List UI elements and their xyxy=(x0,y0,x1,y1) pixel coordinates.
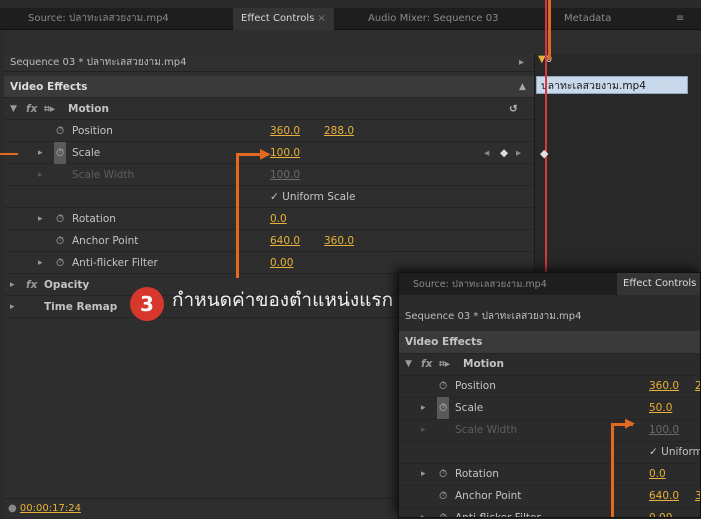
expand-triangle-icon[interactable]: ▸ xyxy=(38,142,43,164)
expand-triangle-icon[interactable]: ▸ xyxy=(421,507,426,517)
step-badge: 3 xyxy=(130,287,164,321)
annotation-arrow xyxy=(236,153,239,278)
inset-rotation-value[interactable]: 0.0 xyxy=(649,463,666,485)
stopwatch-active-icon[interactable]: ⏱ xyxy=(54,142,67,164)
expand-triangle-icon[interactable]: ▸ xyxy=(38,252,43,274)
keyframe-marker[interactable]: ◆ xyxy=(540,147,548,160)
motion-transform-icon[interactable]: ⌗▸ xyxy=(44,98,55,120)
stopwatch-icon[interactable]: ⏱ xyxy=(439,507,447,517)
inset-position-x-value[interactable]: 360.0 xyxy=(649,375,679,397)
expand-triangle-icon: ▸ xyxy=(421,425,426,435)
fx-icon: fx xyxy=(421,358,433,370)
inset-uniform-checkbox[interactable]: ✓ Uniform xyxy=(649,441,700,463)
next-keyframe-icon[interactable]: ▸ xyxy=(516,142,521,164)
add-keyframe-icon[interactable]: ◆ xyxy=(500,142,508,164)
position-y-value[interactable]: 288.0 xyxy=(324,120,354,142)
inset-anchor-row: ⏱ Anchor Point 640.0 3 xyxy=(399,485,700,508)
arrow-head-icon: ▶ xyxy=(260,146,271,162)
expand-triangle-icon[interactable]: ▸ xyxy=(421,397,426,419)
inset-anchor-y-value[interactable]: 3 xyxy=(695,485,700,507)
inset-position-y-value[interactable]: 2 xyxy=(695,375,700,397)
position-x-value[interactable]: 360.0 xyxy=(270,120,300,142)
stopwatch-icon[interactable]: ⏱ xyxy=(56,252,64,274)
stopwatch-icon[interactable]: ⏱ xyxy=(56,208,64,230)
stopwatch-icon[interactable]: ⏱ xyxy=(439,485,447,507)
inset-tab-effect-controls[interactable]: Effect Controls xyxy=(617,273,700,295)
inset-scale-width-value: 100.0 xyxy=(649,424,680,436)
panel-tab-bar: Source: ปลาทะเลสวยงาม.mp4 Effect Control… xyxy=(0,8,701,30)
scale-width-row: ▸ Scale Width 100.0 xyxy=(4,164,534,186)
tab-effect-controls[interactable]: Effect Controls × xyxy=(233,8,334,30)
stopwatch-icon[interactable]: ⏱ xyxy=(56,120,64,142)
motion-effect-row[interactable]: ▼ fx ⌗▸ Motion ↺ xyxy=(4,98,534,120)
sequence-breadcrumb: Sequence 03 * ปลาทะเลสวยงาม.mp4 ▸ xyxy=(4,54,534,72)
expand-triangle-icon: ▸ xyxy=(38,170,43,180)
stopwatch-icon[interactable]: ⏱ xyxy=(439,463,447,485)
checkmark-icon: ✓ xyxy=(270,191,279,203)
scale-width-value: 100.0 xyxy=(270,169,301,181)
uniform-scale-checkbox[interactable]: ✓ Uniform Scale xyxy=(270,186,355,208)
close-icon[interactable]: × xyxy=(317,13,325,24)
inset-antiflicker-value[interactable]: 0.00 xyxy=(649,507,672,517)
annotation-arrow xyxy=(611,425,614,517)
inset-uniform-row: ✓ Uniform xyxy=(399,441,700,464)
inset-rotation-row: ▸ ⏱ Rotation 0.0 xyxy=(399,463,700,486)
timeline-ruler-label: ▼0 xyxy=(538,54,568,70)
fx-icon[interactable]: fx xyxy=(26,98,37,120)
inset-video-effects-header: Video Effects xyxy=(399,331,700,354)
expand-triangle-icon[interactable]: ▸ xyxy=(38,208,43,230)
expand-triangle-icon[interactable]: ▸ xyxy=(10,274,15,296)
scale-value[interactable]: 100.0 xyxy=(270,142,300,164)
callout-text: กำหนดค่าของตำแหน่งแรก xyxy=(172,289,394,311)
annotation-arrow xyxy=(0,153,18,155)
timecode-bar: ● 00:00:17:24 xyxy=(4,498,394,518)
rotation-value[interactable]: 0.0 xyxy=(270,208,287,230)
tab-audio-mixer[interactable]: Audio Mixer: Sequence 03 xyxy=(360,8,506,30)
video-effects-header: Video Effects ▲ xyxy=(4,76,534,98)
antiflicker-value[interactable]: 0.00 xyxy=(270,252,293,274)
inset-anchor-x-value[interactable]: 640.0 xyxy=(649,485,679,507)
expand-triangle-icon[interactable]: ▸ xyxy=(10,296,15,318)
tab-metadata[interactable]: Metadata xyxy=(556,8,619,30)
rotation-row: ▸ ⏱ Rotation 0.0 xyxy=(4,208,534,230)
inset-tab-source[interactable]: Source: ปลาทะเลสวยงาม.mp4 xyxy=(413,277,547,292)
inset-antiflicker-row: ▸ ⏱ Anti-flicker Filter 0.00 xyxy=(399,507,700,517)
timecode-indicator-icon: ● xyxy=(8,503,17,514)
inset-position-row: ⏱ Position 360.0 2 xyxy=(399,375,700,398)
inset-tab-bar: Source: ปลาทะเลสวยงาม.mp4 Effect Control… xyxy=(399,273,700,295)
motion-transform-icon: ⌗▸ xyxy=(439,358,451,370)
inset-scale-row: ▸ ⏱ Scale 50.0 xyxy=(399,397,700,420)
expand-triangle-icon[interactable]: ▼ xyxy=(405,353,412,375)
fx-icon: fx xyxy=(26,279,38,291)
inset-effect-controls-panel: Source: ปลาทะเลสวยงาม.mp4 Effect Control… xyxy=(398,272,701,518)
tab-source[interactable]: Source: ปลาทะเลสวยงาม.mp4 xyxy=(20,8,177,30)
stopwatch-icon[interactable]: ⏱ xyxy=(439,375,447,397)
expand-triangle-icon[interactable]: ▸ xyxy=(421,463,426,485)
prev-keyframe-icon[interactable]: ◂ xyxy=(484,142,489,164)
antiflicker-row: ▸ ⏱ Anti-flicker Filter 0.00 xyxy=(4,252,534,274)
stopwatch-icon[interactable]: ⏱ xyxy=(56,230,64,252)
reset-icon[interactable]: ↺ xyxy=(509,98,518,120)
anchor-y-value[interactable]: 360.0 xyxy=(324,230,354,252)
panel-menu-icon[interactable]: ≡ xyxy=(668,8,692,30)
arrow-head-icon: ▶ xyxy=(625,416,635,431)
checkmark-icon: ✓ xyxy=(649,446,658,458)
play-triangle-icon[interactable]: ▸ xyxy=(519,54,524,72)
inset-motion-row[interactable]: ▼ fx ⌗▸ Motion xyxy=(399,353,700,376)
inset-scale-width-row: ▸ Scale Width 100.0 xyxy=(399,419,700,442)
annotation-arrow xyxy=(548,0,551,60)
scroll-up-icon[interactable]: ▲ xyxy=(519,76,526,98)
current-timecode[interactable]: 00:00:17:24 xyxy=(20,503,81,514)
stopwatch-active-icon[interactable]: ⏱ xyxy=(437,397,450,419)
uniform-scale-row: ✓ Uniform Scale xyxy=(4,186,534,208)
inset-scale-value[interactable]: 50.0 xyxy=(649,397,672,419)
timeline-clip[interactable]: ปลาทะเลสวยงาม.mp4 xyxy=(536,76,688,94)
anchor-x-value[interactable]: 640.0 xyxy=(270,230,300,252)
inset-sequence-breadcrumb: Sequence 03 * ปลาทะเลสวยงาม.mp4 xyxy=(405,311,582,322)
position-row: ⏱ Position 360.0 288.0 xyxy=(4,120,534,142)
anchor-point-row: ⏱ Anchor Point 640.0 360.0 xyxy=(4,230,534,252)
expand-triangle-icon[interactable]: ▼ xyxy=(10,98,17,120)
